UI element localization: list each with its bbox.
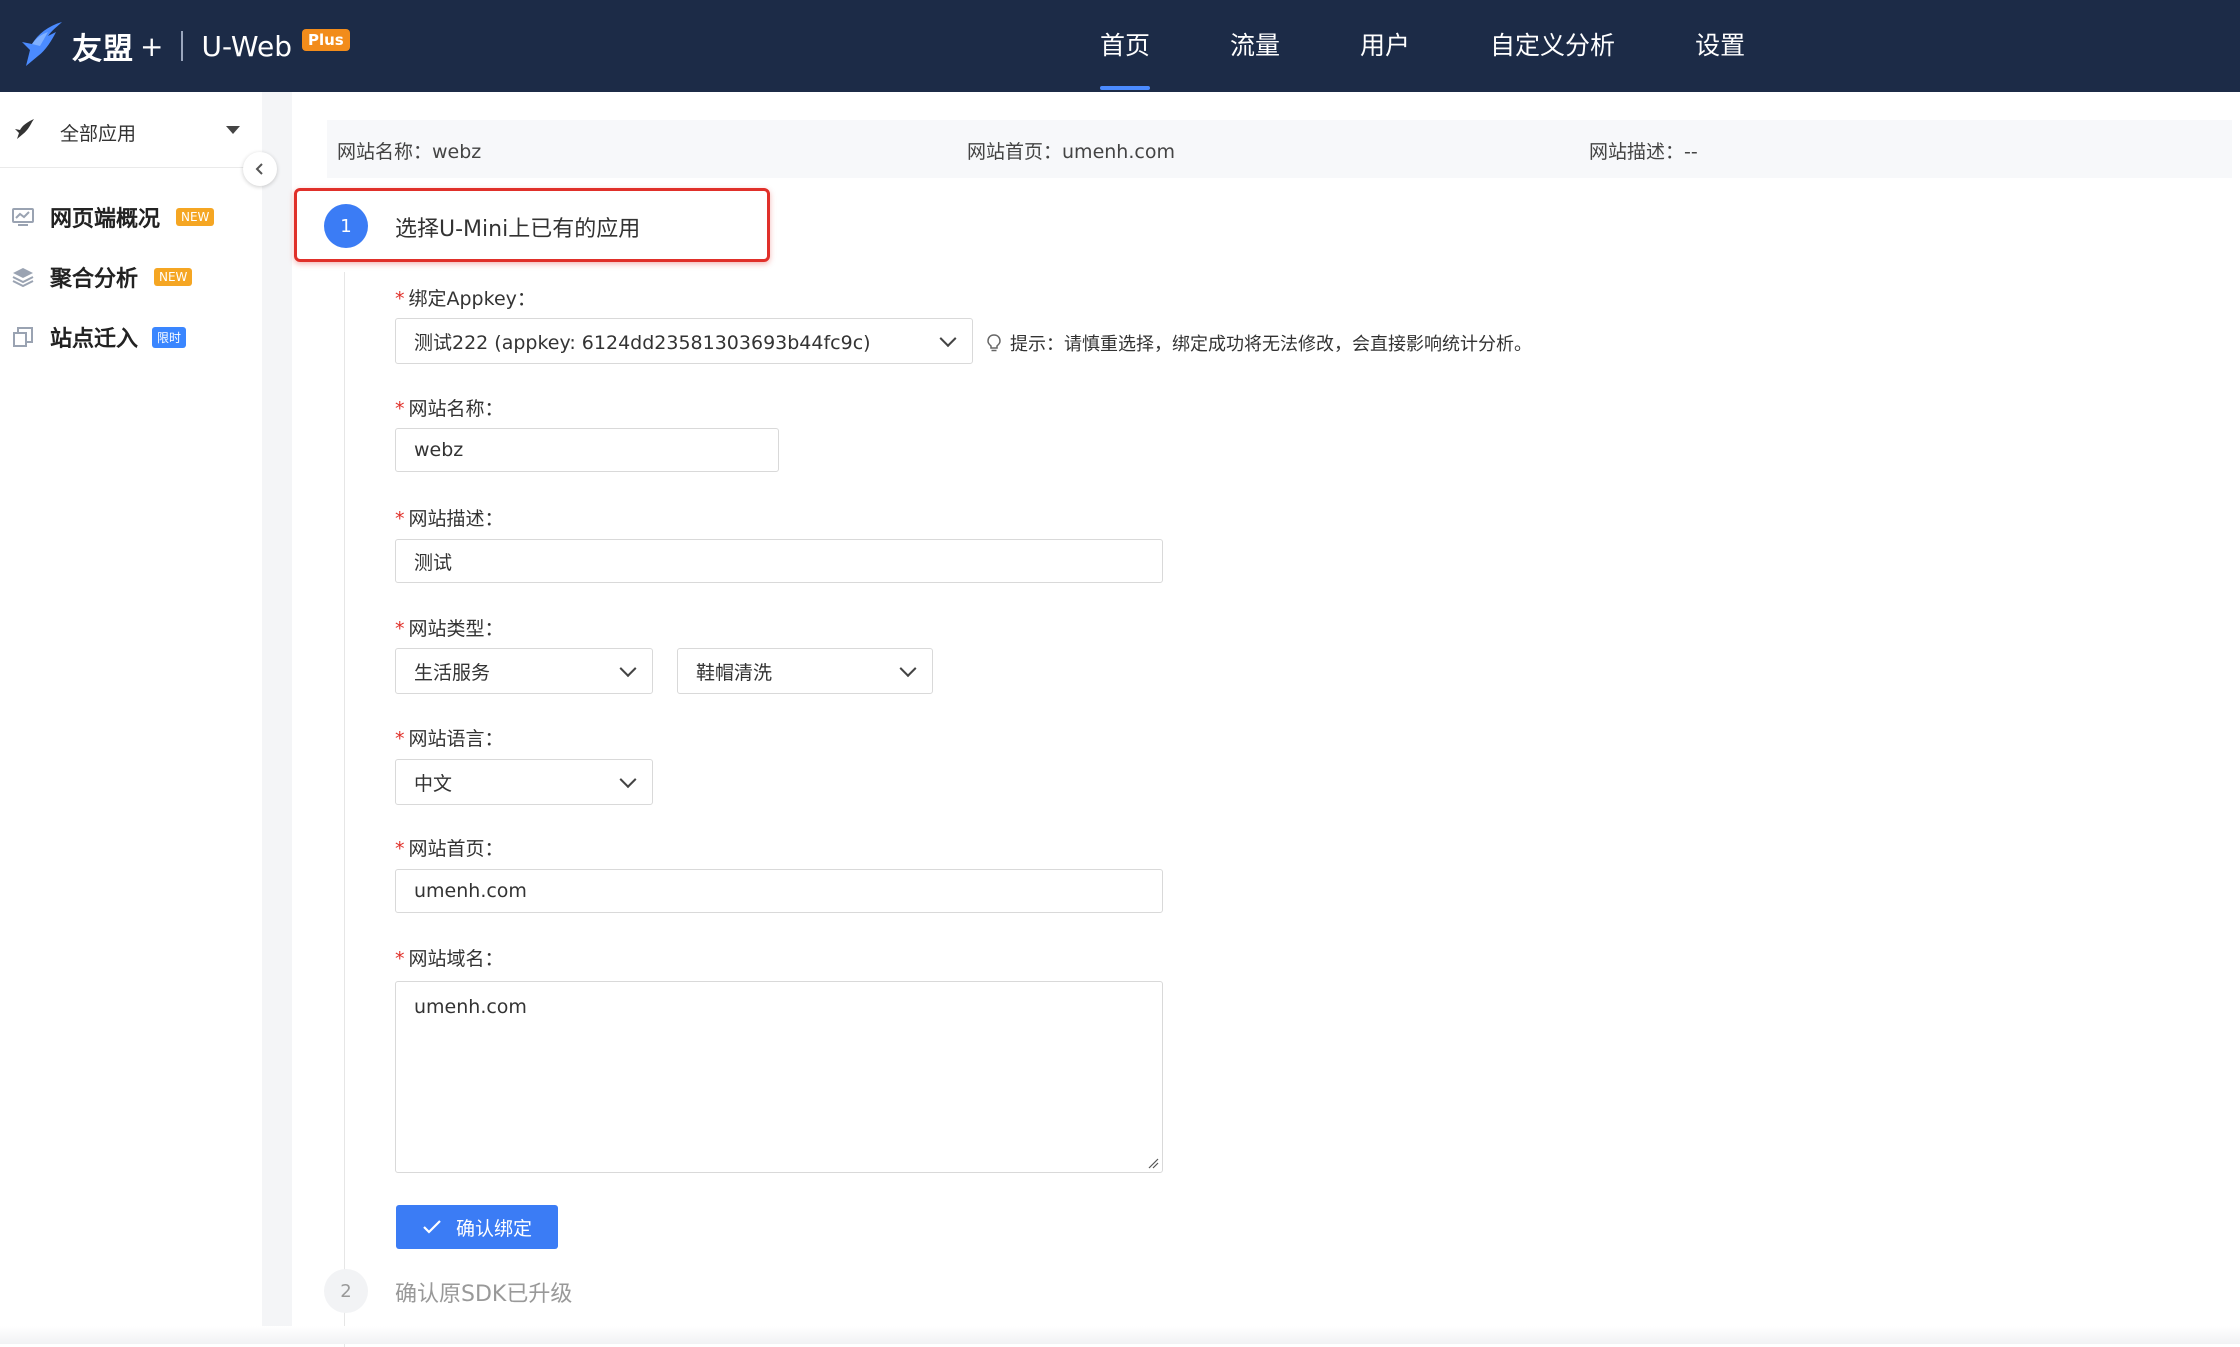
sidebar-item-label: 聚合分析: [50, 267, 139, 292]
site-type-primary-select[interactable]: 生活服务: [395, 648, 653, 694]
logo[interactable]: 友盟 + U-Web Plus: [18, 18, 350, 74]
site-desc-label: * 网站描述：: [395, 508, 504, 530]
appkey-select[interactable]: 测试222 (appkey: 6124dd23581303693b44fc9c): [395, 318, 973, 364]
sidebar: 全部应用 网页端概况 NEW 聚合分析 NEW 站点迁入 限时: [0, 92, 262, 1344]
site-lang-label: * 网站语言：: [395, 728, 504, 750]
lightbulb-icon: [987, 334, 1001, 352]
hint-text: 提示：请慎重选择，绑定成功将无法修改，会直接影响统计分析。: [1010, 334, 1532, 355]
site-type-label: * 网站类型：: [395, 618, 504, 640]
caret-down-icon: [226, 126, 240, 134]
nav-home[interactable]: 首页: [1060, 0, 1190, 92]
site-lang-select[interactable]: 中文: [395, 759, 653, 805]
chevron-down-icon: [619, 771, 637, 789]
nav-traffic[interactable]: 流量: [1190, 0, 1320, 92]
site-domain-textarea[interactable]: umenh.com: [395, 981, 1163, 1173]
nav-custom-analysis[interactable]: 自定义分析: [1450, 0, 1655, 92]
site-home-label: * 网站首页：: [395, 838, 504, 860]
main-content: 网站名称：webz 网站首页：umenh.com 网站描述：-- 1 选择U-M…: [292, 92, 2240, 1347]
step-1-number: 1: [324, 204, 368, 248]
step-connector-line: [344, 272, 345, 1347]
new-badge: NEW: [154, 268, 193, 286]
info-site-name: 网站名称：webz: [337, 141, 482, 163]
brand-separator: [181, 31, 184, 61]
monitor-chart-icon: [12, 208, 34, 226]
app-selector-label: 全部应用: [60, 123, 137, 145]
site-info-bar: 网站名称：webz 网站首页：umenh.com 网站描述：--: [327, 120, 2232, 178]
copy-icon: [13, 327, 33, 347]
step-1-title: 选择U-Mini上已有的应用: [395, 217, 641, 242]
chevron-down-icon: [619, 660, 637, 678]
umeng-bird-logo-icon: [22, 22, 62, 66]
main-nav: 首页 流量 用户 自定义分析 设置: [1060, 0, 1785, 92]
appkey-hint: 提示：请慎重选择，绑定成功将无法修改，会直接影响统计分析。: [986, 330, 1532, 356]
info-site-home: 网站首页：umenh.com: [967, 141, 1175, 163]
resize-grip-icon[interactable]: [1147, 1157, 1159, 1169]
chevron-down-icon: [939, 330, 957, 348]
new-badge: NEW: [176, 208, 215, 226]
layers-icon: [12, 268, 34, 288]
site-home-input[interactable]: umenh.com: [395, 869, 1163, 913]
sidebar-item-label: 网页端概况: [50, 207, 161, 232]
check-icon: [423, 1220, 441, 1234]
plus-badge: Plus: [301, 29, 350, 51]
site-domain-label: * 网站域名：: [395, 948, 504, 970]
step-2-title: 确认原SDK已升级: [395, 1282, 573, 1307]
product-name: U-Web: [201, 29, 292, 63]
confirm-bind-button[interactable]: 确认绑定: [396, 1205, 558, 1249]
app-selector[interactable]: 全部应用: [0, 92, 262, 168]
site-name-label: * 网站名称：: [395, 398, 504, 420]
info-site-desc: 网站描述：--: [1589, 141, 1698, 163]
brand-name: 友盟: [72, 32, 134, 67]
site-name-input[interactable]: webz: [395, 428, 779, 472]
appkey-label: * 绑定Appkey：: [395, 288, 536, 310]
bottom-edge: [0, 1326, 2240, 1344]
collapse-sidebar-button[interactable]: [243, 152, 277, 186]
site-desc-input[interactable]: 测试: [395, 539, 1163, 583]
bird-icon: [15, 119, 34, 139]
chevron-down-icon: [899, 660, 917, 678]
step-2-number: 2: [324, 1269, 368, 1313]
sidebar-item-site-migration[interactable]: 站点迁入 限时: [0, 312, 262, 362]
appkey-select-value: 测试222 (appkey: 6124dd23581303693b44fc9c): [414, 331, 871, 354]
sidebar-item-label: 站点迁入: [50, 327, 139, 352]
top-navigation-bar: 友盟 + U-Web Plus 首页 流量 用户 自定义分析 设置: [0, 0, 2240, 92]
nav-settings[interactable]: 设置: [1655, 0, 1785, 92]
brand-plus: +: [140, 29, 164, 63]
site-type-secondary-select[interactable]: 鞋帽清洗: [677, 648, 933, 694]
sidebar-gutter: [262, 92, 292, 1344]
nav-users[interactable]: 用户: [1320, 0, 1450, 92]
chevron-left-icon: [255, 163, 263, 175]
sidebar-item-aggregate-analysis[interactable]: 聚合分析 NEW: [0, 252, 262, 302]
sidebar-item-web-overview[interactable]: 网页端概况 NEW: [0, 192, 262, 242]
limited-badge: 限时: [152, 326, 187, 348]
